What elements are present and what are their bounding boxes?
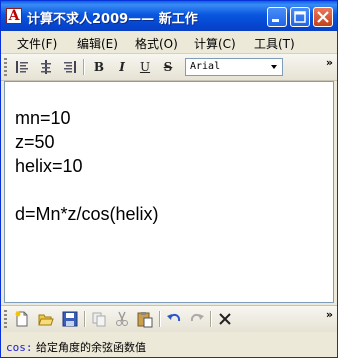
- strikethrough-button[interactable]: S: [159, 58, 177, 76]
- status-description: 给定角度的余弦函数值: [32, 341, 146, 354]
- app-icon[interactable]: A: [6, 8, 22, 24]
- align-center-button[interactable]: [37, 58, 55, 76]
- status-keyword: cos:: [6, 341, 33, 354]
- toolbar-separator: [210, 311, 212, 327]
- status-bar: cos: 给定角度的余弦函数值: [1, 334, 337, 357]
- redo-icon: [190, 313, 204, 322]
- menu-calculate[interactable]: 计算(C): [194, 35, 236, 52]
- minimize-icon: [272, 19, 279, 22]
- toolbar-overflow-button[interactable]: »: [326, 56, 333, 69]
- font-select[interactable]: Arial: [185, 58, 283, 76]
- align-right-button[interactable]: [61, 58, 79, 76]
- menu-file[interactable]: 文件(F): [17, 35, 57, 52]
- status-text: cos: 给定角度的余弦函数值: [6, 339, 146, 355]
- toolbar-overflow-button[interactable]: »: [326, 308, 333, 321]
- maximize-icon: [294, 11, 306, 23]
- toolbar-grip[interactable]: [4, 310, 7, 328]
- align-left-icon: [16, 61, 28, 73]
- editor-line: z=50: [15, 132, 55, 152]
- menu-edit[interactable]: 编辑(E): [77, 35, 118, 52]
- close-icon: [317, 11, 329, 23]
- paste-icon: [137, 312, 153, 328]
- menu-bar: 文件(F) 编辑(E) 格式(O) 计算(C) 工具(T): [1, 31, 337, 54]
- menu-tools[interactable]: 工具(T): [254, 35, 295, 52]
- toolbar-grip[interactable]: [4, 58, 7, 76]
- standard-toolbar: »: [1, 305, 337, 332]
- formula-editor[interactable]: mn=10 z=50 helix=10 d=Mn*z/cos(helix): [4, 81, 334, 303]
- font-select-value: Arial: [190, 61, 221, 72]
- clear-button[interactable]: [216, 310, 234, 328]
- format-toolbar: B I U S Arial »: [1, 54, 337, 81]
- paste-button[interactable]: [136, 310, 154, 328]
- italic-button[interactable]: I: [113, 58, 131, 76]
- undo-icon: [167, 313, 181, 322]
- close-button[interactable]: [313, 7, 333, 27]
- cut-button[interactable]: [113, 310, 131, 328]
- chevron-down-icon[interactable]: [267, 60, 281, 74]
- save-button[interactable]: [61, 310, 79, 328]
- copy-icon: [92, 312, 106, 327]
- open-button[interactable]: [37, 310, 55, 328]
- new-icon: [15, 311, 28, 327]
- cut-icon: [116, 311, 128, 326]
- editor-line: helix=10: [15, 156, 83, 176]
- copy-button[interactable]: [90, 310, 108, 328]
- redo-button[interactable]: [188, 310, 206, 328]
- main-window: A 计算不求人2009—— 新工作 文件(F) 编辑(E) 格式(O) 计算(C…: [0, 0, 338, 358]
- undo-button[interactable]: [165, 310, 183, 328]
- toolbar-separator: [83, 59, 85, 75]
- title-bar[interactable]: A 计算不求人2009—— 新工作: [1, 1, 337, 31]
- align-right-icon: [64, 61, 76, 73]
- editor-line: d=Mn*z/cos(helix): [15, 204, 159, 224]
- save-icon: [62, 311, 78, 327]
- open-icon: [38, 314, 54, 326]
- maximize-button[interactable]: [290, 7, 310, 27]
- clear-icon: [219, 313, 231, 325]
- align-left-button[interactable]: [13, 58, 31, 76]
- toolbar-separator: [84, 311, 86, 327]
- minimize-button[interactable]: [267, 7, 287, 27]
- new-button[interactable]: [13, 310, 31, 328]
- align-center-icon: [41, 60, 51, 74]
- underline-button[interactable]: U: [136, 58, 154, 76]
- window-title: 计算不求人2009—— 新工作: [27, 12, 198, 27]
- editor-line: mn=10: [15, 108, 71, 128]
- bold-button[interactable]: B: [90, 58, 108, 76]
- toolbar-separator: [159, 311, 161, 327]
- menu-format[interactable]: 格式(O): [135, 35, 178, 52]
